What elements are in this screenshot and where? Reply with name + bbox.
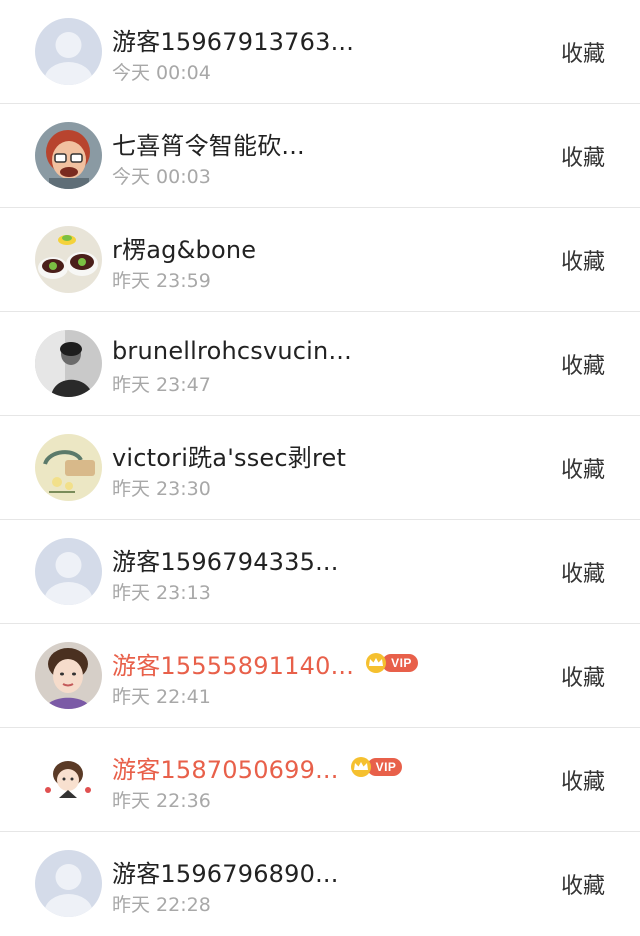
contact-row[interactable]: brunellrohcsvucin... 昨天 23:47 收藏 [0, 312, 640, 416]
person-photo-avatar-icon[interactable] [35, 330, 102, 397]
favorite-button[interactable]: 收藏 [561, 868, 605, 900]
contact-name: victori跣a'ssec剥ret [112, 443, 347, 472]
contact-name: 游客1587050699... [112, 755, 339, 784]
crown-icon [366, 653, 387, 673]
contact-time: 今天 00:03 [112, 166, 211, 188]
favorite-button[interactable]: 收藏 [561, 140, 605, 172]
favorite-button[interactable]: 收藏 [561, 764, 605, 796]
plate-photo-avatar-icon[interactable] [35, 434, 102, 501]
contact-name: 七喜筲令智能砍... [112, 131, 305, 160]
default-avatar-icon[interactable] [35, 18, 102, 85]
contact-name: brunellrohcsvucin... [112, 337, 352, 365]
contact-name: 游客1596794335... [112, 547, 339, 576]
contact-row[interactable]: 游客15555891140... VIP 昨天 22:41 收藏 [0, 624, 640, 728]
girl-cartoon-avatar-icon[interactable] [35, 746, 102, 813]
woman-photo-avatar-icon[interactable] [35, 642, 102, 709]
contact-name: 游客15555891140... [112, 651, 355, 680]
contact-row[interactable]: 七喜筲令智能砍... 今天 00:03 收藏 [0, 104, 640, 208]
contact-row[interactable]: 游客1587050699... VIP 昨天 22:36 收藏 [0, 728, 640, 832]
contact-name: 游客1596796890... [112, 859, 339, 888]
favorite-button[interactable]: 收藏 [561, 660, 605, 692]
contact-time: 昨天 23:13 [112, 582, 211, 604]
contact-row[interactable]: 游客1596794335... 昨天 23:13 收藏 [0, 520, 640, 624]
crown-icon [350, 757, 371, 777]
contact-row[interactable]: 游客15967913763... 今天 00:04 收藏 [0, 0, 640, 104]
contact-row[interactable]: r楞ag&bone 昨天 23:59 收藏 [0, 208, 640, 312]
contact-time: 今天 00:04 [112, 62, 211, 84]
contact-time: 昨天 22:36 [112, 790, 211, 812]
contact-time: 昨天 23:59 [112, 270, 211, 292]
favorite-button[interactable]: 收藏 [561, 452, 605, 484]
contact-time: 昨天 22:41 [112, 686, 211, 708]
food-photo-avatar-icon[interactable] [35, 226, 102, 293]
favorite-button[interactable]: 收藏 [561, 556, 605, 588]
favorite-button[interactable]: 收藏 [561, 348, 605, 380]
cartoon-avatar-icon[interactable] [35, 122, 102, 189]
vip-badge: VIP [349, 756, 403, 778]
favorite-button[interactable]: 收藏 [561, 244, 605, 276]
contact-row[interactable]: 游客1596796890... 昨天 22:28 收藏 [0, 832, 640, 936]
default-avatar-icon[interactable] [35, 538, 102, 605]
default-avatar-icon[interactable] [35, 850, 102, 917]
favorite-button[interactable]: 收藏 [561, 36, 605, 68]
contact-list: 游客15967913763... 今天 00:04 收藏 七喜筲令智能砍... … [0, 0, 640, 934]
contact-name: 游客15967913763... [112, 27, 355, 56]
contact-time: 昨天 23:30 [112, 478, 211, 500]
contact-name: r楞ag&bone [112, 235, 257, 264]
contact-time: 昨天 23:47 [112, 374, 211, 396]
contact-row[interactable]: victori跣a'ssec剥ret 昨天 23:30 收藏 [0, 416, 640, 520]
contact-time: 昨天 22:28 [112, 894, 211, 916]
vip-badge: VIP [364, 652, 418, 674]
